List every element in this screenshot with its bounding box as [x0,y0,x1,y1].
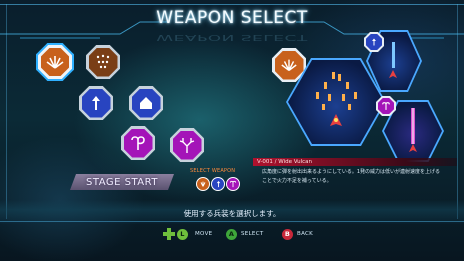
wide-spread-icon [200,181,206,187]
preview-secondary-badge-1 [364,32,384,52]
weapon-description: 広角度に弾を射出出来るようにしている。1発の威力は低いが連射速度を上げる ことで… [262,168,458,186]
weapon-slot-wide-spread[interactable] [36,43,74,81]
selected-slot-1[interactable] [196,177,210,191]
homing-missile-icon [140,97,152,109]
footer-description: 使用する兵装を選択します。 [183,209,281,218]
control-label-back: BACK [297,231,314,237]
hook-laser-icon [229,180,237,188]
weapon-select-screen: WEAPON SELECT WEAPON SELECT STAGE START … [0,0,464,261]
hook-laser-icon [382,102,390,110]
selected-weapons-label: SELECT WEAPON [190,168,236,174]
weapon-name-bar: V-001 / Wide Vulcan [253,158,457,166]
weapon-slot-homing-missile[interactable] [129,86,163,120]
control-hint-move: L MOVE [163,228,212,240]
branch-lightning-icon [179,138,195,153]
weapon-name: V-001 / Wide Vulcan [257,159,313,165]
straight-shot-icon [216,180,220,188]
control-label-select: SELECT [241,231,264,237]
hook-laser-icon [131,136,145,150]
selected-slot-3[interactable] [226,177,240,191]
control-label-move: MOVE [195,231,213,237]
stage-start-button[interactable]: STAGE START [70,174,174,190]
wide-spread-icon [281,59,297,71]
wide-spread-icon [46,56,64,69]
weapon-slot-scatter[interactable] [86,45,120,79]
straight-shot-icon [372,38,376,46]
control-hint-select: A SELECT [226,228,264,240]
scatter-dots-icon [96,54,110,69]
weapon-slot-hook-laser[interactable] [121,126,155,160]
weapon-description-line-1: 広角度に弾を射出出来るようにしている。1発の威力は低いが連射速度を上げる [262,169,441,175]
b-button-icon: B [282,228,293,240]
weapon-slot-straight-shot[interactable] [79,86,113,120]
preview-secondary-badge-2 [376,96,396,116]
control-hint-back: B BACK [282,228,313,240]
selected-slot-2[interactable] [211,177,225,191]
a-button-icon: A [226,228,237,240]
page-title: WEAPON SELECT [156,8,308,28]
weapon-description-line-2: ことで火力不足を補っている。 [262,178,332,184]
weapon-slot-branch-lightning[interactable] [170,128,204,162]
l-stick-icon: L [177,228,188,240]
straight-shot-icon [92,96,100,110]
dpad-icon [163,228,175,240]
